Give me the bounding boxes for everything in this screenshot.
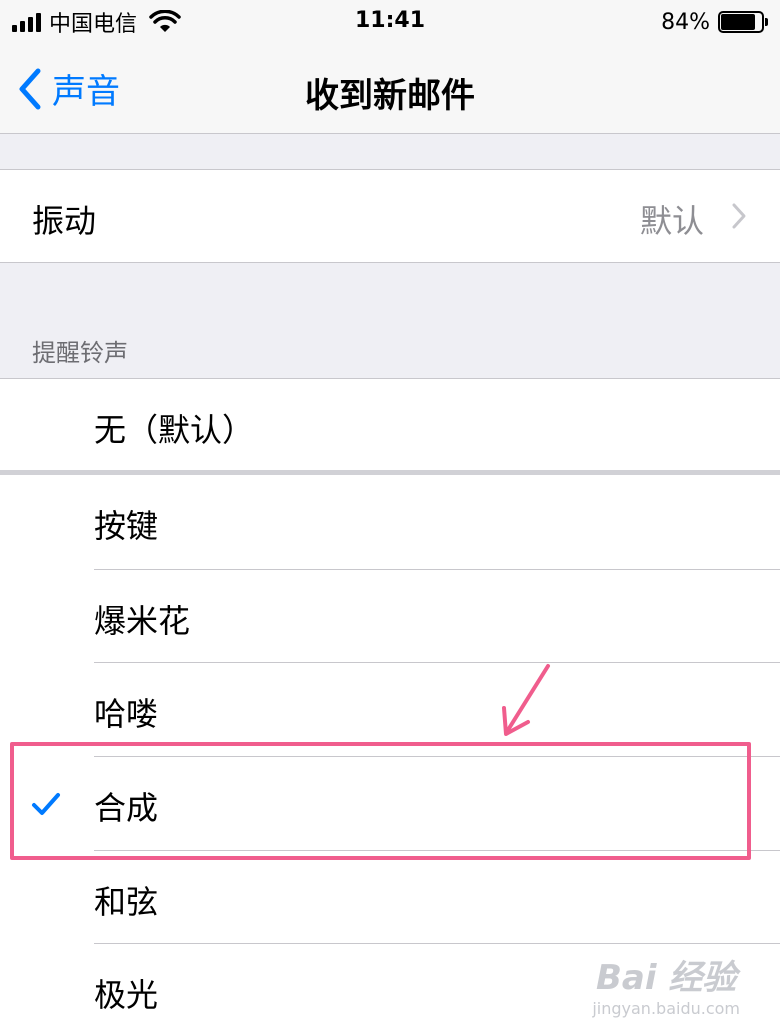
tone-label: 和弦 xyxy=(94,883,159,921)
tone-label: 哈喽 xyxy=(94,695,159,733)
vibration-label: 振动 xyxy=(32,202,97,240)
tone-option[interactable]: 按键 xyxy=(0,475,780,569)
tone-option[interactable]: 和弦 xyxy=(0,851,780,943)
chevron-right-icon xyxy=(732,203,746,229)
status-right: 84% xyxy=(661,8,768,36)
annotation-arrow-icon xyxy=(502,664,550,736)
vibration-value: 默认 xyxy=(639,202,704,240)
watermark: Bai 经验 jingyan.baidu.com xyxy=(592,950,740,1018)
watermark-logo: Bai 经验 xyxy=(595,958,737,998)
vibration-row[interactable]: 振动 默认 xyxy=(0,170,780,262)
tone-label: 极光 xyxy=(94,976,159,1014)
navigation-bar: 声音 收到新邮件 xyxy=(0,44,780,134)
battery-icon xyxy=(718,11,768,33)
tone-option-default[interactable]: 无（默认） xyxy=(0,379,780,471)
watermark-url: jingyan.baidu.com xyxy=(592,999,740,1018)
tone-label: 按键 xyxy=(94,507,159,545)
tone-label: 无（默认） xyxy=(94,411,255,449)
tone-option[interactable]: 爆米花 xyxy=(0,570,780,662)
section-header: 提醒铃声 xyxy=(32,339,128,367)
battery-percent: 84% xyxy=(661,9,710,35)
page-title: 收到新邮件 xyxy=(305,76,475,116)
highlight-box xyxy=(10,742,751,860)
tone-label: 爆米花 xyxy=(94,602,191,640)
section-header-area: 提醒铃声 xyxy=(0,263,780,379)
status-bar: 中国电信 11:41 84% xyxy=(0,0,780,44)
group-spacer xyxy=(0,134,780,170)
